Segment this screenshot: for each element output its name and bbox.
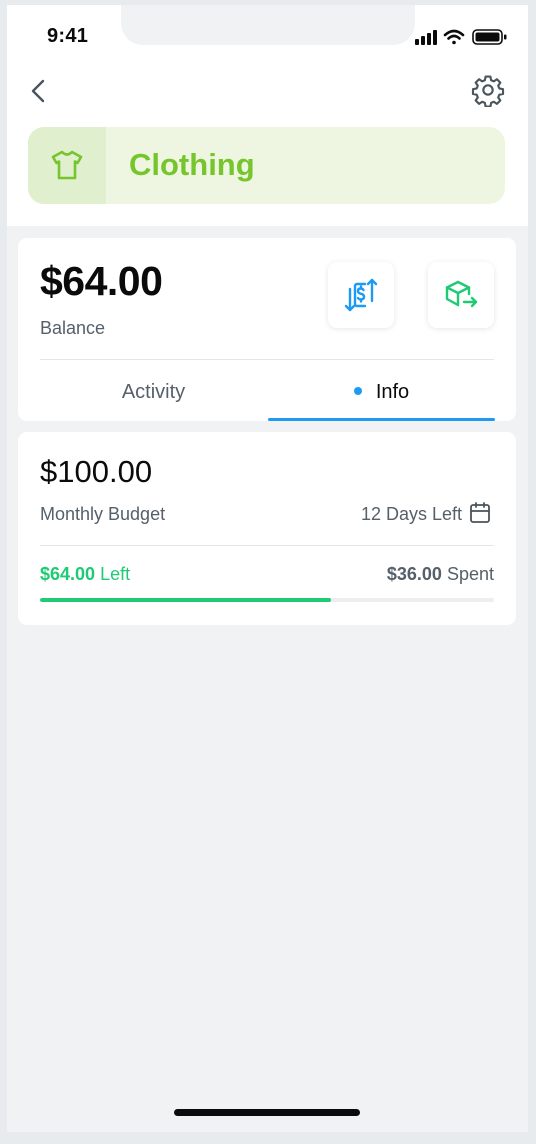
- balance-card: $64.00 Balance Activity Info: [18, 238, 516, 421]
- category-icon-box: [28, 127, 106, 204]
- wifi-icon: [443, 29, 465, 45]
- balance-label: Balance: [40, 318, 106, 338]
- budget-amount: $100.00: [40, 454, 153, 489]
- tshirt-icon: [51, 150, 83, 180]
- box-arrow-icon: [445, 280, 478, 308]
- amount-left: $64.00 Left: [40, 564, 130, 585]
- settings-button[interactable]: [471, 73, 505, 108]
- tab-info-label: Info: [375, 381, 410, 403]
- days-left: 12 Days Left: [360, 504, 462, 524]
- chevron-left-icon: [31, 79, 45, 103]
- back-button[interactable]: [25, 75, 53, 107]
- gear-icon: [471, 75, 505, 108]
- left-label: Left: [100, 564, 131, 584]
- signal-icon: [415, 30, 437, 45]
- dollar-transfer-icon: [344, 278, 378, 312]
- tab-info[interactable]: Info: [268, 359, 495, 421]
- status-time: 9:41: [47, 25, 89, 47]
- phone-screen: 9:41 Clothing $64.00 Balance Activity In…: [7, 5, 528, 1132]
- budget-progress-fill: [40, 598, 331, 602]
- spent-amount: $36.00: [386, 564, 442, 584]
- notch: [121, 5, 415, 45]
- tab-activity[interactable]: Activity: [40, 359, 267, 421]
- divider: [40, 545, 494, 546]
- active-dot: [353, 387, 362, 396]
- active-tab-underline: [268, 418, 495, 421]
- spent-label: Spent: [446, 564, 494, 584]
- left-amount: $64.00: [40, 564, 96, 584]
- move-envelope-button[interactable]: [428, 262, 494, 328]
- category-banner: Clothing: [28, 127, 505, 204]
- tab-activity-label: Activity: [121, 381, 186, 403]
- budget-progress-bar: [40, 598, 494, 602]
- status-icons: [415, 27, 510, 47]
- transfer-money-button[interactable]: [328, 262, 394, 328]
- budget-card: $100.00 Monthly Budget 12 Days Left $64.…: [18, 432, 516, 625]
- balance-amount: $64.00: [40, 258, 163, 304]
- amount-spent: $36.00 Spent: [387, 564, 494, 585]
- home-indicator: [174, 1109, 360, 1116]
- battery-icon: [472, 29, 507, 45]
- budget-label: Monthly Budget: [40, 504, 166, 524]
- calendar-icon[interactable]: [469, 501, 491, 525]
- category-title: Clothing: [129, 147, 255, 182]
